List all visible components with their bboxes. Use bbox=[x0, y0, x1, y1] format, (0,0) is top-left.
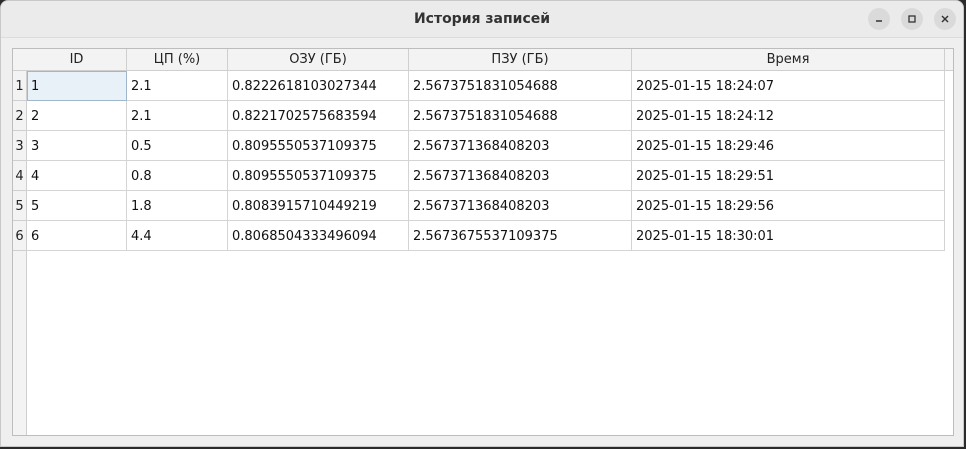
cell-rom[interactable]: 2.5673751831054688 bbox=[409, 101, 632, 131]
maximize-button[interactable] bbox=[901, 8, 923, 30]
row-number[interactable]: 2 bbox=[13, 101, 26, 131]
column-header-rom[interactable]: ПЗУ (ГБ) bbox=[409, 49, 632, 70]
minimize-icon bbox=[876, 20, 882, 22]
cell-time[interactable]: 2025-01-15 18:29:51 bbox=[632, 161, 945, 191]
cell-cpu[interactable]: 1.8 bbox=[127, 191, 228, 221]
cell-id[interactable]: 5 bbox=[27, 191, 127, 221]
records-table[interactable]: ID ЦП (%) ОЗУ (ГБ) ПЗУ (ГБ) Время 1 2 3 … bbox=[12, 48, 954, 436]
cell-ram[interactable]: 0.8068504333496094 bbox=[228, 221, 409, 251]
cell-ram[interactable]: 0.8095550537109375 bbox=[228, 131, 409, 161]
maximize-icon bbox=[908, 15, 916, 23]
cell-time[interactable]: 2025-01-15 18:30:01 bbox=[632, 221, 945, 251]
cell-id[interactable]: 4 bbox=[27, 161, 127, 191]
row-number[interactable]: 6 bbox=[13, 221, 26, 251]
column-header-ram[interactable]: ОЗУ (ГБ) bbox=[228, 49, 409, 70]
cell-rom[interactable]: 2.5673751831054688 bbox=[409, 71, 632, 101]
cell-rom[interactable]: 2.5673675537109375 bbox=[409, 221, 632, 251]
close-button[interactable] bbox=[934, 8, 956, 30]
window-title: История записей bbox=[413, 11, 551, 27]
cell-cpu[interactable]: 2.1 bbox=[127, 71, 228, 101]
row-number[interactable]: 5 bbox=[13, 191, 26, 221]
title-bar[interactable]: История записей bbox=[1, 1, 963, 38]
column-header-row: ID ЦП (%) ОЗУ (ГБ) ПЗУ (ГБ) Время bbox=[13, 49, 953, 71]
cell-ram[interactable]: 0.8083915710449219 bbox=[228, 191, 409, 221]
cell-id[interactable]: 1 bbox=[27, 71, 127, 101]
cell-cpu[interactable]: 2.1 bbox=[127, 101, 228, 131]
minimize-button[interactable] bbox=[868, 8, 890, 30]
column-header-cpu[interactable]: ЦП (%) bbox=[127, 49, 228, 70]
cell-time[interactable]: 2025-01-15 18:24:12 bbox=[632, 101, 945, 131]
history-window: История записей ID ЦП (%) ОЗУ (ГБ) ПЗУ (… bbox=[0, 0, 964, 447]
cell-cpu[interactable]: 0.8 bbox=[127, 161, 228, 191]
cell-rom[interactable]: 2.567371368408203 bbox=[409, 161, 632, 191]
table-row: 1 2.1 0.8222618103027344 2.5673751831054… bbox=[27, 71, 945, 101]
row-number[interactable]: 1 bbox=[13, 71, 26, 101]
table-row: 3 0.5 0.8095550537109375 2.5673713684082… bbox=[27, 131, 945, 161]
cell-cpu[interactable]: 4.4 bbox=[127, 221, 228, 251]
row-number[interactable]: 4 bbox=[13, 161, 26, 191]
cell-time[interactable]: 2025-01-15 18:29:46 bbox=[632, 131, 945, 161]
cell-rom[interactable]: 2.567371368408203 bbox=[409, 131, 632, 161]
table-row: 5 1.8 0.8083915710449219 2.5673713684082… bbox=[27, 191, 945, 221]
row-number[interactable]: 3 bbox=[13, 131, 26, 161]
cell-rom[interactable]: 2.567371368408203 bbox=[409, 191, 632, 221]
cell-ram[interactable]: 0.8095550537109375 bbox=[228, 161, 409, 191]
column-header-time[interactable]: Время bbox=[632, 49, 945, 70]
close-icon bbox=[941, 15, 949, 23]
cell-id[interactable]: 6 bbox=[27, 221, 127, 251]
cell-ram[interactable]: 0.8221702575683594 bbox=[228, 101, 409, 131]
table-row: 2 2.1 0.8221702575683594 2.5673751831054… bbox=[27, 101, 945, 131]
cell-time[interactable]: 2025-01-15 18:24:07 bbox=[632, 71, 945, 101]
table-row: 4 0.8 0.8095550537109375 2.5673713684082… bbox=[27, 161, 945, 191]
cell-cpu[interactable]: 0.5 bbox=[127, 131, 228, 161]
cell-id[interactable]: 2 bbox=[27, 101, 127, 131]
column-header-id[interactable]: ID bbox=[27, 49, 127, 70]
cell-id[interactable]: 3 bbox=[27, 131, 127, 161]
cell-time[interactable]: 2025-01-15 18:29:56 bbox=[632, 191, 945, 221]
cell-ram[interactable]: 0.8222618103027344 bbox=[228, 71, 409, 101]
table-row: 6 4.4 0.8068504333496094 2.5673675537109… bbox=[27, 221, 945, 251]
